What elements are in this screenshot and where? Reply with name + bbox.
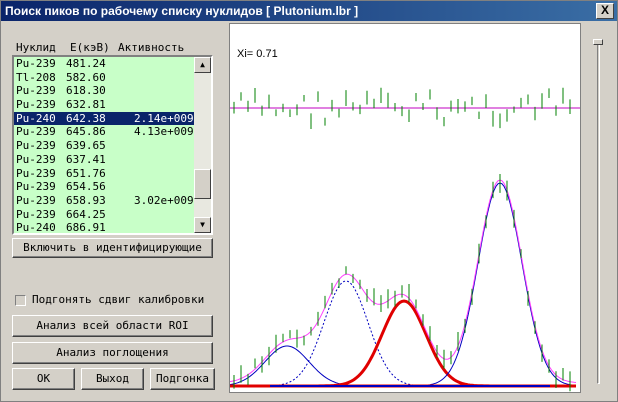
peak-component-curve bbox=[230, 280, 576, 387]
peak-component-curve bbox=[229, 345, 576, 387]
spectrum-plot bbox=[229, 23, 581, 393]
cell-activity: 4.13e+009* bbox=[134, 125, 201, 139]
analyze-roi-button[interactable]: Анализ всей области ROI bbox=[12, 315, 213, 337]
cell-nuclide: Pu-239 bbox=[16, 207, 56, 221]
cell-energy: 664.25 bbox=[66, 207, 106, 221]
cell-activity: 3.02e+009* bbox=[134, 193, 201, 207]
table-row[interactable]: Pu-240 686.91 bbox=[14, 221, 195, 235]
cell-nuclide: Pu-239 bbox=[16, 84, 56, 98]
table-row[interactable]: Pu-239 618.30 bbox=[14, 84, 195, 98]
list-scrollbar[interactable]: ▲ ▼ bbox=[194, 57, 211, 233]
spectrum-fit-graph bbox=[229, 87, 580, 392]
total-fit-curve bbox=[229, 179, 577, 383]
cell-energy: 642.38 bbox=[66, 111, 106, 125]
cell-activity: 2.14e+009* bbox=[134, 111, 201, 125]
cell-nuclide: Pu-239 bbox=[16, 125, 56, 139]
cell-nuclide: Pu-239 bbox=[16, 166, 56, 180]
cell-energy: 651.76 bbox=[66, 166, 106, 180]
cell-energy: 658.93 bbox=[66, 193, 106, 207]
table-row[interactable]: Pu-239 632.81 bbox=[14, 98, 195, 112]
window-title: Поиск пиков по рабочему списку нуклидов … bbox=[5, 4, 359, 18]
cell-nuclide: Pu-239 bbox=[16, 57, 56, 70]
table-row[interactable]: Pu-239 651.76 bbox=[14, 167, 195, 181]
scroll-up-button[interactable]: ▲ bbox=[194, 57, 211, 73]
cell-nuclide: Pu-239 bbox=[16, 180, 56, 194]
ok-button[interactable]: OK bbox=[12, 368, 75, 390]
nuclide-list[interactable]: Pu-239 481.24 Tl-208 582.60 Pu-239 618.30 Pu-2… bbox=[12, 55, 213, 235]
table-row[interactable]: Tl-208 582.60 bbox=[14, 71, 195, 85]
table-row[interactable]: Pu-239 658.93 3.02e+009* bbox=[14, 193, 200, 208]
scroll-thumb[interactable] bbox=[194, 169, 211, 199]
cell-energy: 654.56 bbox=[66, 180, 106, 194]
xi-value: 0.71 bbox=[256, 48, 278, 60]
column-header-energy: E(кэВ) bbox=[70, 41, 110, 54]
cell-nuclide: Pu-239 bbox=[16, 139, 56, 153]
include-button[interactable]: Включить в идентифицирующие bbox=[12, 238, 213, 258]
table-row[interactable]: Pu-239 645.86 4.13e+009* bbox=[14, 125, 200, 139]
peak-component-curve bbox=[230, 299, 576, 388]
cell-energy: 481.24 bbox=[66, 57, 106, 70]
scale-slider[interactable] bbox=[593, 39, 603, 384]
calibration-checkbox[interactable] bbox=[15, 295, 26, 306]
xi-label: Xi= bbox=[237, 48, 254, 60]
cell-energy: 645.86 bbox=[66, 125, 106, 139]
exit-button[interactable]: Выход bbox=[81, 368, 144, 390]
cell-nuclide: Pu-239 bbox=[16, 152, 56, 166]
calibration-label: Подгонять сдвиг калибровки bbox=[32, 293, 205, 306]
cell-energy: 632.81 bbox=[66, 98, 106, 112]
cell-energy: 637.41 bbox=[66, 152, 106, 166]
cell-nuclide: Pu-240 bbox=[16, 221, 56, 235]
table-row[interactable]: Pu-239 481.24 bbox=[14, 57, 195, 71]
table-row[interactable]: Pu-239 639.65 bbox=[14, 139, 195, 153]
cell-energy: 618.30 bbox=[66, 84, 106, 98]
column-header-nuclide: Нуклид bbox=[16, 41, 56, 54]
title-bar: Поиск пиков по рабочему списку нуклидов … bbox=[1, 1, 617, 21]
slider-track bbox=[597, 39, 600, 384]
cell-nuclide: Tl-208 bbox=[16, 70, 56, 84]
close-button[interactable]: X bbox=[596, 3, 614, 19]
column-header-activity: Активность bbox=[118, 41, 185, 54]
nuclide-rows: Pu-239 481.24 Tl-208 582.60 Pu-239 618.30 Pu-2… bbox=[14, 57, 200, 235]
cell-energy: 582.60 bbox=[66, 70, 106, 84]
dialog-window: Поиск пиков по рабочему списку нуклидов … bbox=[0, 0, 618, 402]
table-row[interactable]: Pu-240 642.38 2.14e+009* bbox=[14, 111, 200, 126]
cell-nuclide: Pu-240 bbox=[16, 111, 56, 125]
table-row[interactable]: Pu-239 637.41 bbox=[14, 153, 195, 167]
xi-readout: Xi= 0.71 bbox=[237, 48, 278, 60]
slider-knob[interactable] bbox=[593, 39, 603, 45]
cell-energy: 686.91 bbox=[66, 221, 106, 235]
fit-button[interactable]: Подгонка bbox=[150, 368, 215, 390]
cell-nuclide: Pu-239 bbox=[16, 193, 56, 207]
cell-energy: 639.65 bbox=[66, 139, 106, 153]
absorption-button[interactable]: Анализ поглощения bbox=[12, 342, 213, 364]
table-row[interactable]: Pu-239 654.56 bbox=[14, 180, 195, 194]
peak-component-curve bbox=[230, 182, 577, 387]
cell-nuclide: Pu-239 bbox=[16, 98, 56, 112]
scroll-down-button[interactable]: ▼ bbox=[194, 217, 211, 233]
table-row[interactable]: Pu-239 664.25 bbox=[14, 208, 195, 222]
